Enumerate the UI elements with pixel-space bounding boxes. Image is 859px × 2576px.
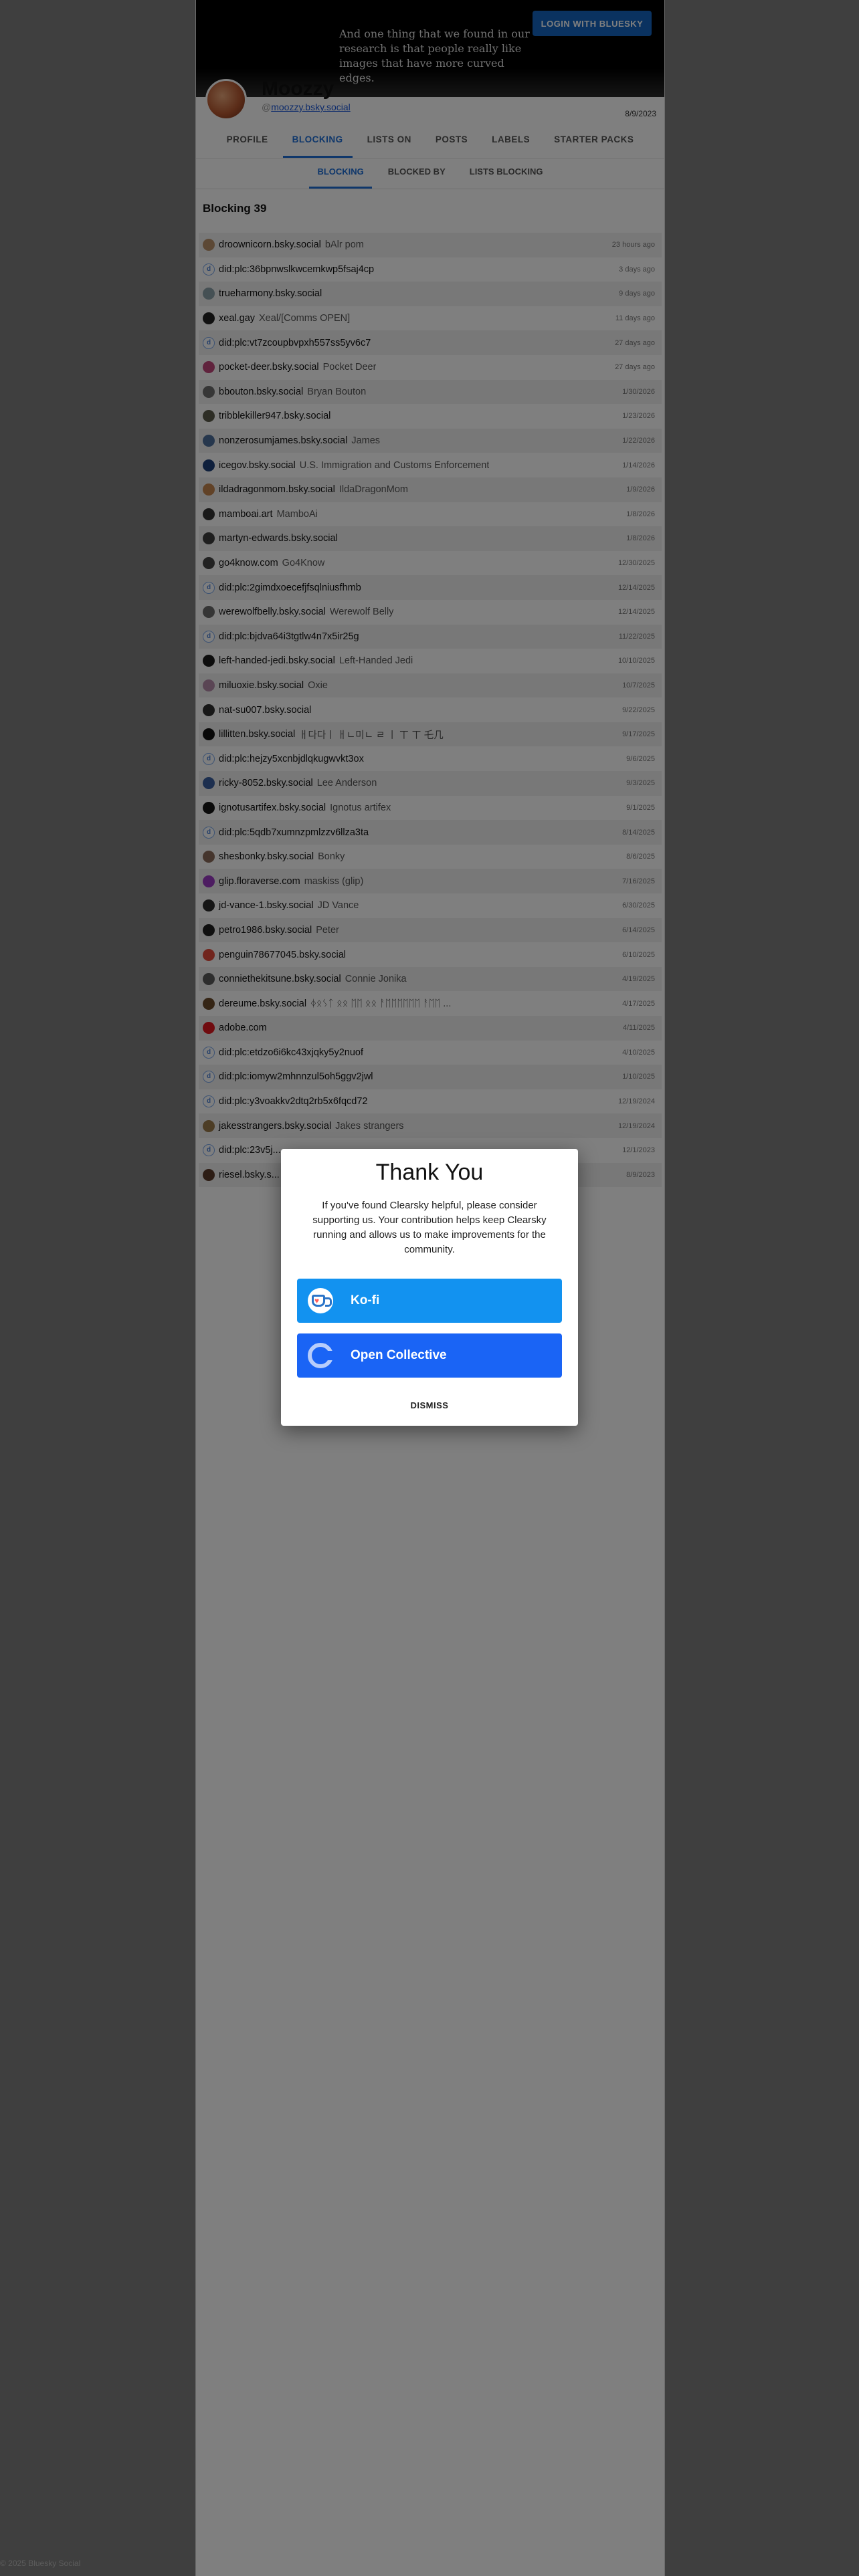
ko-fi-cup-icon: ♥: [308, 1288, 333, 1313]
open-collective-label: Open Collective: [351, 1348, 447, 1362]
dismiss-button[interactable]: DISMISS: [281, 1400, 578, 1410]
ko-fi-button[interactable]: ♥ Ko-fi: [297, 1279, 562, 1323]
ko-fi-label: Ko-fi: [351, 1293, 380, 1307]
open-collective-button[interactable]: Open Collective: [297, 1333, 562, 1378]
thank-you-dialog: Thank You If you've found Clearsky helpf…: [281, 1149, 578, 1426]
dialog-title: Thank You: [375, 1160, 484, 1185]
open-collective-icon: [308, 1343, 335, 1368]
dialog-message: If you've found Clearsky helpful, please…: [312, 1200, 547, 1255]
